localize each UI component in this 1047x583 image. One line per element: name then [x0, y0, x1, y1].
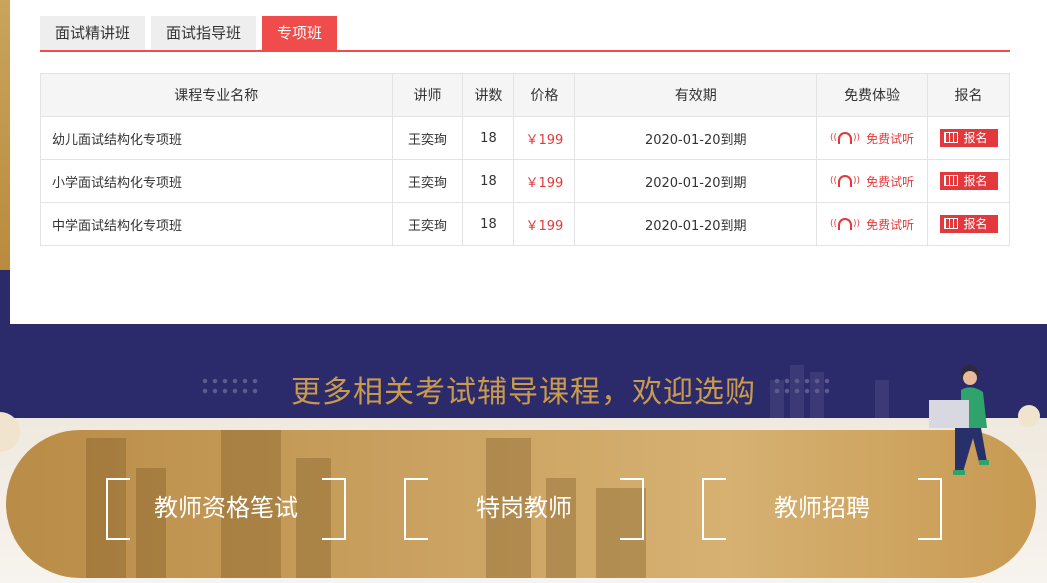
lesson-count: 18 — [462, 202, 515, 246]
tab-interview-lecture[interactable]: 面试精讲班 — [40, 16, 146, 50]
signup-label: 报名 — [963, 217, 988, 232]
category-special-post-teacher[interactable]: 特岗教师 — [404, 478, 644, 540]
promo-title: 更多相关考试辅导课程，欢迎选购 — [291, 375, 756, 410]
course-name: 小学面试结构化专项班 — [40, 159, 393, 203]
tab-interview-guidance[interactable]: 面试指导班 — [151, 16, 257, 50]
header-validity: 有效期 — [574, 73, 818, 117]
course-name: 幼儿面试结构化专项班 — [40, 116, 393, 160]
table-row: 小学面试结构化专项班 王奕珣 18 ￥199 2020-01-20到期 (())… — [40, 159, 1010, 203]
header-price: 价格 — [513, 73, 576, 117]
free-trial-link[interactable]: (()) 免费试听 — [830, 130, 914, 147]
header-signup: 报名 — [927, 73, 1010, 117]
price: ￥199 — [513, 116, 576, 160]
cart-icon — [943, 132, 958, 144]
price: ￥199 — [513, 202, 576, 246]
lesson-count: 18 — [462, 116, 515, 160]
decor-circle — [1018, 405, 1040, 427]
free-trial-cell: (()) 免费试听 — [816, 202, 929, 246]
signup-cell: 报名 — [927, 116, 1010, 160]
free-trial-link[interactable]: (()) 免费试听 — [830, 173, 914, 190]
header-teacher: 讲师 — [391, 73, 464, 117]
table-header-row: 课程专业名称 讲师 讲数 价格 有效期 免费体验 报名 — [40, 73, 1010, 117]
teacher: 王奕珣 — [391, 159, 464, 203]
teacher: 王奕珣 — [391, 116, 464, 160]
person-laptop-illustration — [929, 365, 989, 475]
headphones-icon: (()) — [830, 218, 861, 231]
lesson-count: 18 — [462, 159, 515, 203]
free-trial-cell: (()) 免费试听 — [816, 159, 929, 203]
header-free-trial: 免费体验 — [816, 73, 929, 117]
cart-icon — [943, 175, 958, 187]
free-trial-label: 免费试听 — [866, 131, 915, 146]
price: ￥199 — [513, 159, 576, 203]
header-lessons: 讲数 — [462, 73, 515, 117]
signup-label: 报名 — [963, 174, 988, 189]
tab-special-class[interactable]: 专项班 — [262, 16, 338, 50]
validity: 2020-01-20到期 — [574, 159, 818, 203]
background-gold-strip — [0, 0, 10, 270]
validity: 2020-01-20到期 — [574, 116, 818, 160]
signup-button[interactable]: 报名 — [939, 128, 998, 147]
table-row: 幼儿面试结构化专项班 王奕珣 18 ￥199 2020-01-20到期 (())… — [40, 116, 1010, 160]
headphones-icon: (()) — [830, 132, 861, 145]
free-trial-link[interactable]: (()) 免费试听 — [830, 216, 914, 233]
signup-button[interactable]: 报名 — [939, 214, 998, 233]
teacher: 王奕珣 — [391, 202, 464, 246]
table-row: 中学面试结构化专项班 王奕珣 18 ￥199 2020-01-20到期 (())… — [40, 202, 1010, 246]
signup-label: 报名 — [963, 131, 988, 146]
free-trial-label: 免费试听 — [866, 217, 915, 232]
header-course-name: 课程专业名称 — [40, 73, 393, 117]
validity: 2020-01-20到期 — [574, 202, 818, 246]
course-name: 中学面试结构化专项班 — [40, 202, 393, 246]
free-trial-label: 免费试听 — [866, 174, 915, 189]
signup-cell: 报名 — [927, 159, 1010, 203]
course-tabs: 面试精讲班 面试指导班 专项班 — [40, 16, 338, 50]
signup-button[interactable]: 报名 — [939, 171, 998, 190]
headphones-icon: (()) — [830, 175, 861, 188]
course-table: 课程专业名称 讲师 讲数 价格 有效期 免费体验 报名 幼儿面试结构化专项班 王… — [40, 73, 1010, 246]
signup-cell: 报名 — [927, 202, 1010, 246]
tab-underline — [40, 50, 1010, 52]
free-trial-cell: (()) 免费试听 — [816, 116, 929, 160]
category-teacher-recruitment[interactable]: 教师招聘 — [702, 478, 942, 540]
cart-icon — [943, 218, 958, 230]
category-teacher-qualification-written[interactable]: 教师资格笔试 — [106, 478, 346, 540]
